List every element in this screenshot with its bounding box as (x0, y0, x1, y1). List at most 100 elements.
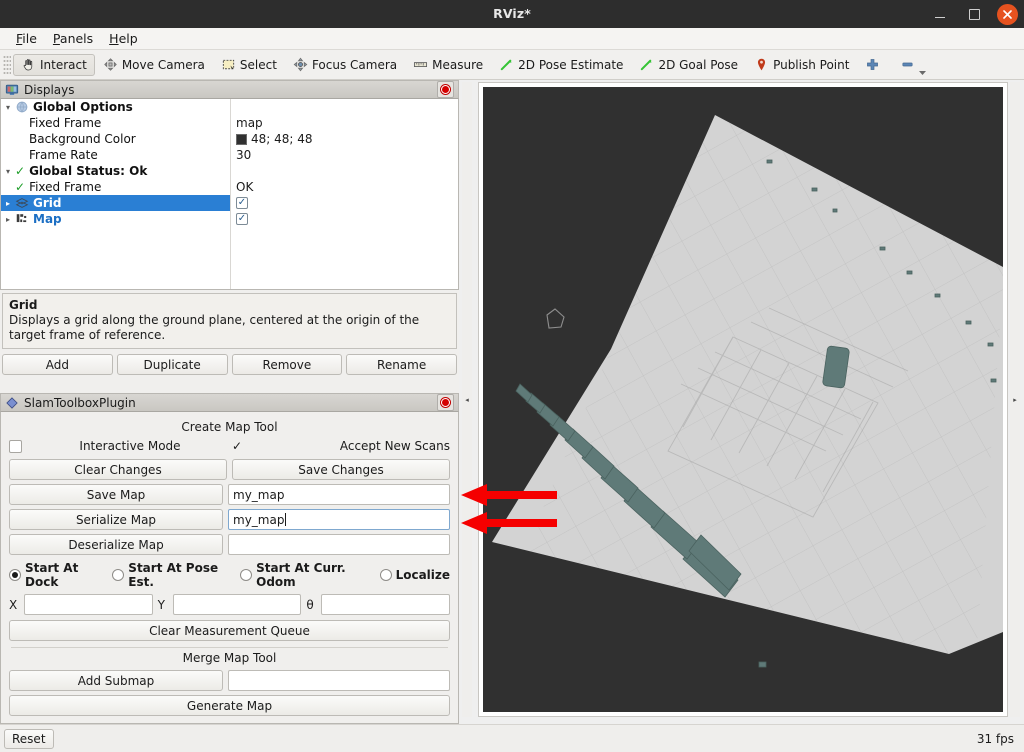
tree-row-grid[interactable]: ▸ Grid ✓ (1, 195, 458, 211)
tree-row[interactable]: Background Color 48; 48; 48 (1, 131, 458, 147)
tree-item-label: Fixed Frame (29, 116, 102, 130)
slam-panel-title: SlamToolboxPlugin (24, 395, 136, 410)
green-check-icon: ✓ (15, 164, 26, 178)
tree-row[interactable]: ▾ Global Options (1, 99, 458, 115)
radio-start-at-dock[interactable] (9, 569, 21, 581)
tool-2d-pose-estimate[interactable]: 2D Pose Estimate (491, 54, 631, 76)
tree-row[interactable]: Fixed Frame map (1, 115, 458, 131)
tool-publish-point[interactable]: Publish Point (746, 54, 857, 76)
tool-remove[interactable] (892, 54, 927, 76)
tree-row[interactable]: ▾ ✓ Global Status: Ok (1, 163, 458, 179)
tree-item-value[interactable]: 30 (230, 147, 458, 163)
menu-file[interactable]: File (8, 29, 45, 48)
generate-map-button[interactable]: Generate Map (9, 695, 450, 716)
theta-label: θ (306, 597, 314, 612)
add-display-button[interactable]: Add (2, 354, 113, 375)
y-input[interactable] (172, 594, 302, 615)
menu-help-rest: elp (118, 31, 138, 46)
expander-icon[interactable]: ▾ (1, 167, 15, 176)
right-splitter-handle[interactable]: ▸ (1010, 82, 1020, 717)
tool-2d-goal-pose[interactable]: 2D Goal Pose (631, 54, 746, 76)
remove-display-button[interactable]: Remove (231, 354, 343, 375)
deserialize-map-input[interactable] (228, 534, 450, 555)
tool-move-camera-label: Move Camera (121, 57, 205, 72)
x-input[interactable] (24, 594, 153, 615)
display-description: Grid Displays a grid along the ground pl… (2, 293, 457, 349)
deserialize-map-button[interactable]: Deserialize Map (9, 534, 223, 555)
monitor-icon (5, 84, 19, 95)
green-check-icon: ✓ (15, 180, 26, 194)
tool-bar: Interact Move Camera Select Focus Camera… (0, 50, 1024, 80)
accept-new-scans-checkbox[interactable] (9, 439, 22, 453)
displays-panel-close-button[interactable] (437, 81, 454, 98)
radio-start-at-curr-odom[interactable] (240, 569, 253, 581)
pose-fields-row: X Y θ (9, 594, 451, 615)
menu-panels[interactable]: Panels (45, 29, 101, 48)
expander-icon[interactable]: ▾ (1, 103, 15, 112)
menu-panels-mnemonic: P (52, 31, 60, 46)
render-view-container (478, 82, 1008, 717)
serialize-map-input[interactable]: my_map (228, 509, 450, 530)
pose-arrow-icon (500, 59, 512, 71)
tool-focus-camera[interactable]: Focus Camera (285, 54, 405, 76)
tool-measure[interactable]: Measure (405, 54, 491, 76)
render-view-3d[interactable] (483, 87, 1003, 712)
tree-row[interactable]: ✓ Fixed Frame OK (1, 179, 458, 195)
create-map-tool-label: Create Map Tool (181, 420, 278, 434)
background-color-swatch[interactable] (236, 133, 247, 145)
save-map-input[interactable]: my_map (228, 484, 450, 505)
slam-panel-close-button[interactable] (437, 394, 454, 411)
save-changes-button[interactable]: Save Changes (232, 459, 450, 480)
window-controls (929, 0, 1018, 28)
minimize-button[interactable] (929, 3, 951, 25)
y-label: Y (157, 597, 166, 612)
interactive-mode-checkbox[interactable]: ✓ (232, 439, 242, 453)
minimize-icon (935, 16, 945, 18)
maximize-button[interactable] (963, 3, 985, 25)
focus-camera-icon (293, 57, 308, 72)
tree-row[interactable]: Frame Rate 30 (1, 147, 458, 163)
serialize-map-button[interactable]: Serialize Map (9, 509, 223, 530)
tool-focus-camera-label: Focus Camera (311, 57, 398, 72)
left-splitter-handle[interactable]: ◂ (462, 82, 472, 717)
title-bar: RViz* (0, 0, 1024, 29)
tree-row-map[interactable]: ▸ Map ✓ (1, 211, 458, 227)
expander-icon[interactable]: ▸ (1, 215, 15, 224)
add-submap-input[interactable] (228, 670, 450, 691)
tree-item-value (230, 163, 458, 179)
map-visibility-checkbox[interactable]: ✓ (236, 213, 248, 225)
menu-help[interactable]: Help (101, 29, 146, 48)
tool-interact[interactable]: Interact (13, 53, 95, 76)
save-map-button[interactable]: Save Map (9, 484, 223, 505)
window-title: RViz* (493, 6, 531, 21)
radio-start-at-pose-est-label: Start At Pose Est. (128, 561, 219, 589)
reset-button[interactable]: Reset (4, 728, 54, 749)
splitter-right-arrow-icon: ▸ (1013, 395, 1017, 404)
clear-measurement-queue-button[interactable]: Clear Measurement Queue (9, 620, 450, 641)
tool-select[interactable]: Select (213, 54, 285, 76)
grid-icon (15, 198, 29, 208)
chevron-down-icon[interactable] (918, 70, 927, 76)
clear-changes-button[interactable]: Clear Changes (9, 459, 227, 480)
radio-start-at-pose-est[interactable] (112, 569, 125, 581)
hand-cursor-icon (23, 58, 33, 71)
tool-move-camera[interactable]: Move Camera (95, 54, 213, 76)
displays-panel-titlebar: Displays (0, 80, 459, 99)
toolbar-drag-handle[interactable] (3, 54, 11, 75)
tree-item-label: Fixed Frame (29, 180, 102, 194)
radio-localize[interactable] (379, 569, 392, 581)
theta-input[interactable] (321, 594, 451, 615)
displays-tree[interactable]: ▾ Global Options Fixed Frame map Backgro… (0, 99, 459, 290)
duplicate-display-button[interactable]: Duplicate (116, 354, 228, 375)
displays-panel: Displays ▾ Global Options Fixed Frame ma… (0, 80, 459, 290)
tool-add[interactable] (857, 54, 892, 76)
tool-2d-pose-estimate-label: 2D Pose Estimate (518, 57, 624, 72)
close-button[interactable] (997, 3, 1018, 25)
tree-item-value[interactable]: map (230, 115, 458, 131)
rename-display-button[interactable]: Rename (346, 354, 457, 375)
displays-panel-title: Displays (24, 82, 75, 97)
radio-localize-label: Localize (395, 568, 451, 582)
grid-visibility-checkbox[interactable]: ✓ (236, 197, 248, 209)
expander-icon[interactable]: ▸ (1, 199, 15, 208)
add-submap-button[interactable]: Add Submap (9, 670, 223, 691)
